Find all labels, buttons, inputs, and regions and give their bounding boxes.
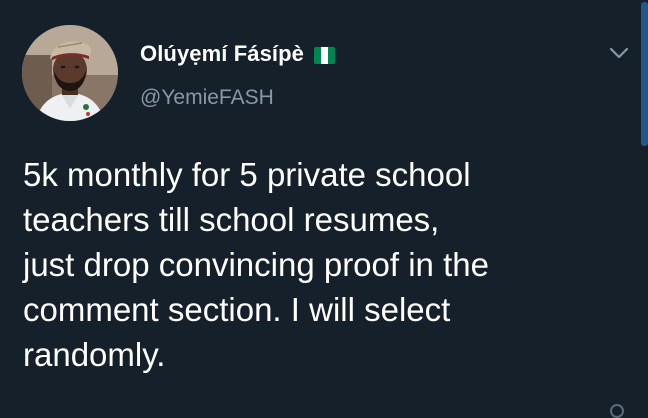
tweet-text: 5k monthly for 5 private school teachers… bbox=[23, 156, 489, 373]
flag-stripe-right bbox=[328, 46, 336, 64]
display-name[interactable]: Olúyẹmí Fásípè bbox=[140, 41, 304, 67]
flag-stripe-center bbox=[321, 46, 329, 64]
tweet-card: Olúyẹmí Fásípè @YemieFASH 5k monthly for… bbox=[0, 0, 648, 418]
flag-stripe-left bbox=[314, 46, 322, 64]
tweet-menu-button[interactable] bbox=[604, 41, 634, 65]
avatar[interactable] bbox=[22, 25, 118, 121]
chevron-down-icon bbox=[609, 47, 629, 59]
user-handle[interactable]: @YemieFASH bbox=[140, 86, 274, 110]
scrollbar-thumb[interactable] bbox=[641, 2, 648, 146]
author-name-row: Olúyẹmí Fásípè bbox=[140, 41, 336, 67]
partial-icon bbox=[610, 404, 624, 418]
avatar-photo bbox=[22, 25, 118, 121]
nigeria-flag-icon bbox=[314, 46, 336, 64]
